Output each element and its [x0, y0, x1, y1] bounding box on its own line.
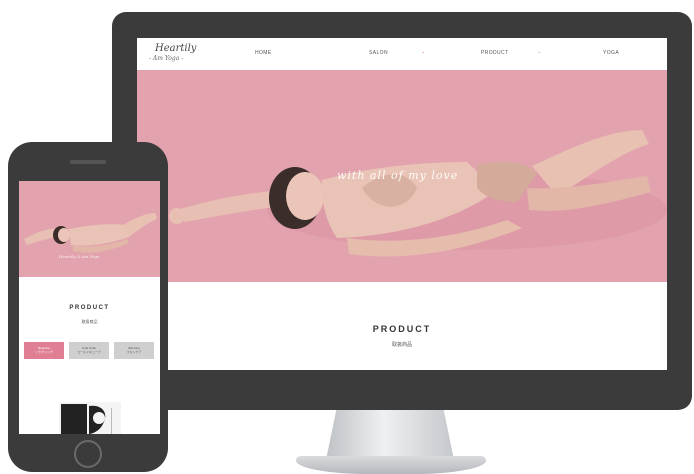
mobile-section-title: PRODUCT — [69, 305, 110, 311]
mobile-hero-banner: Heartily & Am Yoga — [19, 181, 160, 277]
hero-tagline: with all of my love — [337, 169, 459, 182]
chevron-down-icon[interactable]: ⌄ — [537, 49, 541, 55]
site-logo[interactable]: Heartily - Am Yoga - — [149, 43, 197, 65]
home-button-icon[interactable] — [74, 440, 102, 468]
nav-yoga[interactable]: YOGA — [603, 50, 619, 56]
monitor-stand — [326, 410, 454, 460]
product-photo — [59, 402, 121, 434]
mobile-hero-tagline: Heartily & Am Yoga — [59, 254, 100, 259]
mobile-section-subtitle: 取扱商品 — [81, 319, 98, 324]
logo-subtext: - Am Yoga - — [149, 55, 184, 62]
chevron-down-icon[interactable]: ⌄ — [421, 49, 425, 55]
tab-cold-cube[interactable]: Cold Cube コールドキューブ — [69, 342, 109, 359]
tab-sublabel: スキンケア — [126, 350, 142, 354]
mobile-hero-model-photo — [24, 213, 157, 253]
phone-speaker — [70, 160, 106, 164]
nav-salon[interactable]: SALON — [369, 50, 388, 56]
tab-skincare[interactable]: Skincare スキンケア — [114, 342, 154, 359]
product-image[interactable] — [59, 402, 121, 434]
desktop-nav-bar: Heartily - Am Yoga - HOME SALON ⌄ PRODUC… — [137, 38, 667, 70]
mobile-screen: Heartily & Am Yoga PRODUCT 取扱商品 Relaxing… — [19, 181, 160, 434]
hero-banner: with all of my love — [137, 70, 667, 282]
tab-relaxing[interactable]: Relaxing リラクシング — [24, 342, 64, 359]
nav-product[interactable]: PRODUCT — [481, 50, 509, 56]
monitor-base — [296, 456, 486, 474]
logo-text: Heartily — [155, 43, 197, 54]
tab-sublabel: リラクシング — [34, 350, 53, 354]
desktop-screen: Heartily - Am Yoga - HOME SALON ⌄ PRODUC… — [137, 38, 667, 370]
section-title: PRODUCT — [372, 324, 432, 334]
section-subtitle: 取扱商品 — [391, 342, 412, 348]
nav-home[interactable]: HOME — [255, 50, 272, 56]
product-section: PRODUCT 取扱商品 — [137, 282, 667, 370]
tab-sublabel: コールドキューブ — [77, 350, 101, 354]
